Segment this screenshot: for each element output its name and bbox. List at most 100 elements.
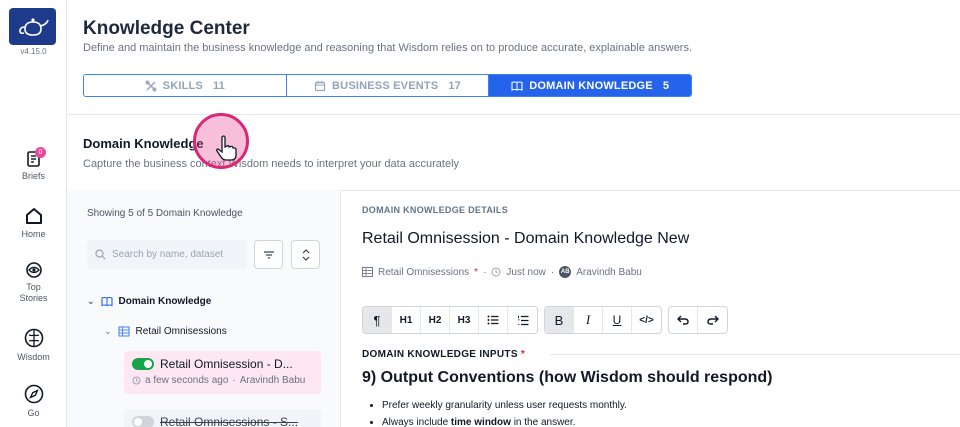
bold-button[interactable]: B: [545, 307, 574, 333]
details-meta: Retail Omnisessions * · Just now · AB Ar…: [362, 266, 642, 278]
dataset-name: Retail Omnisessions: [378, 266, 470, 278]
list-item-title: Retail Omnisessions - S...: [160, 415, 299, 427]
list-item: Always include time window in the answer…: [382, 417, 627, 427]
calendar-icon: [314, 80, 326, 91]
sidebar-item-label: Home: [21, 229, 46, 239]
cursor-highlight: [193, 113, 249, 169]
search-icon: [95, 249, 106, 260]
block-format-group: ¶ H1 H2 H3: [362, 306, 538, 334]
sidebar-item-briefs[interactable]: 0 Briefs: [0, 147, 67, 182]
sort-icon: [302, 248, 309, 261]
list-item[interactable]: Retail Omnisession - D... a few seconds …: [124, 351, 321, 394]
tab-count: 17: [448, 79, 461, 92]
tab-label: DOMAIN KNOWLEDGE: [529, 79, 653, 92]
meta-separator: ·: [550, 266, 555, 278]
code-button[interactable]: </>: [632, 307, 661, 333]
brain-icon: [24, 328, 43, 348]
sidebar-item-wisdom[interactable]: Wisdom: [0, 327, 67, 363]
redo-icon: [706, 315, 719, 325]
tree-dataset-label: Retail Omnisessions: [135, 326, 227, 337]
meta-separator: ·: [483, 266, 487, 278]
sidebar-item-go[interactable]: Go: [0, 383, 67, 419]
undo-button[interactable]: [669, 307, 698, 333]
teapot-logo-icon: [18, 17, 49, 36]
inline-format-group: B I U </>: [544, 306, 662, 334]
meta-separator: ·: [232, 375, 236, 386]
editor-bullet-list[interactable]: Prefer weekly granularity unless user re…: [382, 400, 627, 427]
knowledge-list-panel: Showing 5 of 5 Domain Knowledge ⌄ Domain…: [67, 190, 341, 427]
hand-pointer-icon: [216, 135, 237, 161]
details-title[interactable]: Retail Omnisession - Domain Knowledge Ne…: [362, 230, 689, 248]
undo-icon: [677, 315, 689, 325]
briefs-badge: 0: [35, 147, 46, 158]
tab-business-events[interactable]: BUSINESS EVENTS 17: [286, 75, 490, 96]
list-item[interactable]: Retail Omnisessions - S...: [124, 409, 321, 427]
section-title: Domain Knowledge: [83, 136, 204, 151]
enable-toggle[interactable]: [132, 358, 154, 370]
editor-toolbar: ¶ H1 H2 H3 B I U </>: [362, 306, 728, 334]
search-box[interactable]: [87, 240, 247, 269]
sidebar-item-label: Briefs: [21, 171, 45, 181]
required-mark: *: [520, 349, 526, 360]
tree-root-domain-knowledge[interactable]: ⌄ Domain Knowledge: [87, 296, 211, 307]
author-name: Aravindh Babu: [576, 266, 642, 278]
page-subtitle: Define and maintain the business knowled…: [83, 42, 693, 54]
avatar: AB: [559, 266, 572, 278]
sidebar: v4.15.0 0 Briefs Home Top Stories Wisdom…: [0, 0, 67, 427]
bulleted-list-icon: [487, 315, 499, 325]
tab-count: 11: [212, 79, 225, 92]
app-logo[interactable]: [9, 8, 56, 45]
skills-icon: [145, 80, 157, 91]
home-icon: [25, 208, 42, 224]
compass-icon: [24, 384, 43, 404]
history-icon: [132, 376, 141, 385]
numbered-list-icon: [517, 315, 528, 325]
search-input[interactable]: [112, 249, 242, 260]
tab-label: BUSINESS EVENTS: [332, 79, 439, 92]
tab-domain-knowledge[interactable]: DOMAIN KNOWLEDGE 5: [489, 75, 691, 96]
tab-label: SKILLS: [162, 79, 203, 92]
sidebar-item-home[interactable]: Home: [0, 206, 67, 240]
heading2-button[interactable]: H2: [421, 307, 450, 333]
heading3-button[interactable]: H3: [450, 307, 479, 333]
underline-button[interactable]: U: [603, 307, 632, 333]
sidebar-item-top-stories[interactable]: Top Stories: [0, 261, 67, 304]
list-item-time: a few seconds ago: [145, 375, 229, 386]
list-item-title: Retail Omnisession - D...: [160, 357, 293, 371]
bulleted-list-button[interactable]: [479, 307, 508, 333]
book-icon: [511, 80, 523, 91]
tab-skills[interactable]: SKILLS 11: [84, 75, 287, 96]
sidebar-item-label: Go: [27, 408, 40, 418]
updated-time: Just now: [506, 266, 546, 278]
list-item-author: Aravindh Babu: [239, 375, 306, 386]
table-icon: [118, 326, 130, 337]
chevron-down-icon: ⌄: [104, 326, 112, 336]
list-item: Prefer weekly granularity unless user re…: [382, 400, 627, 411]
eye-icon: [25, 262, 42, 278]
section-subtitle: Capture the business context Wisdom need…: [83, 158, 460, 170]
redo-button[interactable]: [698, 307, 727, 333]
enable-toggle[interactable]: [132, 416, 154, 427]
sidebar-item-label: Top Stories: [19, 282, 48, 303]
book-icon: [100, 296, 113, 307]
table-icon: [362, 267, 373, 277]
paragraph-button[interactable]: ¶: [363, 307, 392, 333]
required-mark: *: [474, 266, 479, 278]
tree-dataset-retail-omnisessions[interactable]: ⌄ Retail Omnisessions: [104, 326, 227, 337]
sort-button[interactable]: [291, 240, 320, 269]
sidebar-item-label: Wisdom: [17, 352, 50, 362]
app-version: v4.15.0: [20, 47, 47, 56]
heading1-button[interactable]: H1: [392, 307, 421, 333]
details-section-label: DOMAIN KNOWLEDGE DETAILS: [362, 205, 509, 215]
numbered-list-button[interactable]: [508, 307, 537, 333]
page-title: Knowledge Center: [83, 18, 250, 39]
tab-count: 5: [662, 79, 670, 92]
inputs-section-label: DOMAIN KNOWLEDGE INPUTS *: [362, 349, 526, 360]
italic-button[interactable]: I: [574, 307, 603, 333]
history-icon: [491, 267, 501, 277]
filter-button[interactable]: [254, 240, 283, 269]
history-group: [668, 306, 728, 334]
editor-heading[interactable]: 9) Output Conventions (how Wisdom should…: [362, 369, 773, 387]
divider: [550, 354, 960, 355]
list-count-text: Showing 5 of 5 Domain Knowledge: [87, 208, 243, 219]
